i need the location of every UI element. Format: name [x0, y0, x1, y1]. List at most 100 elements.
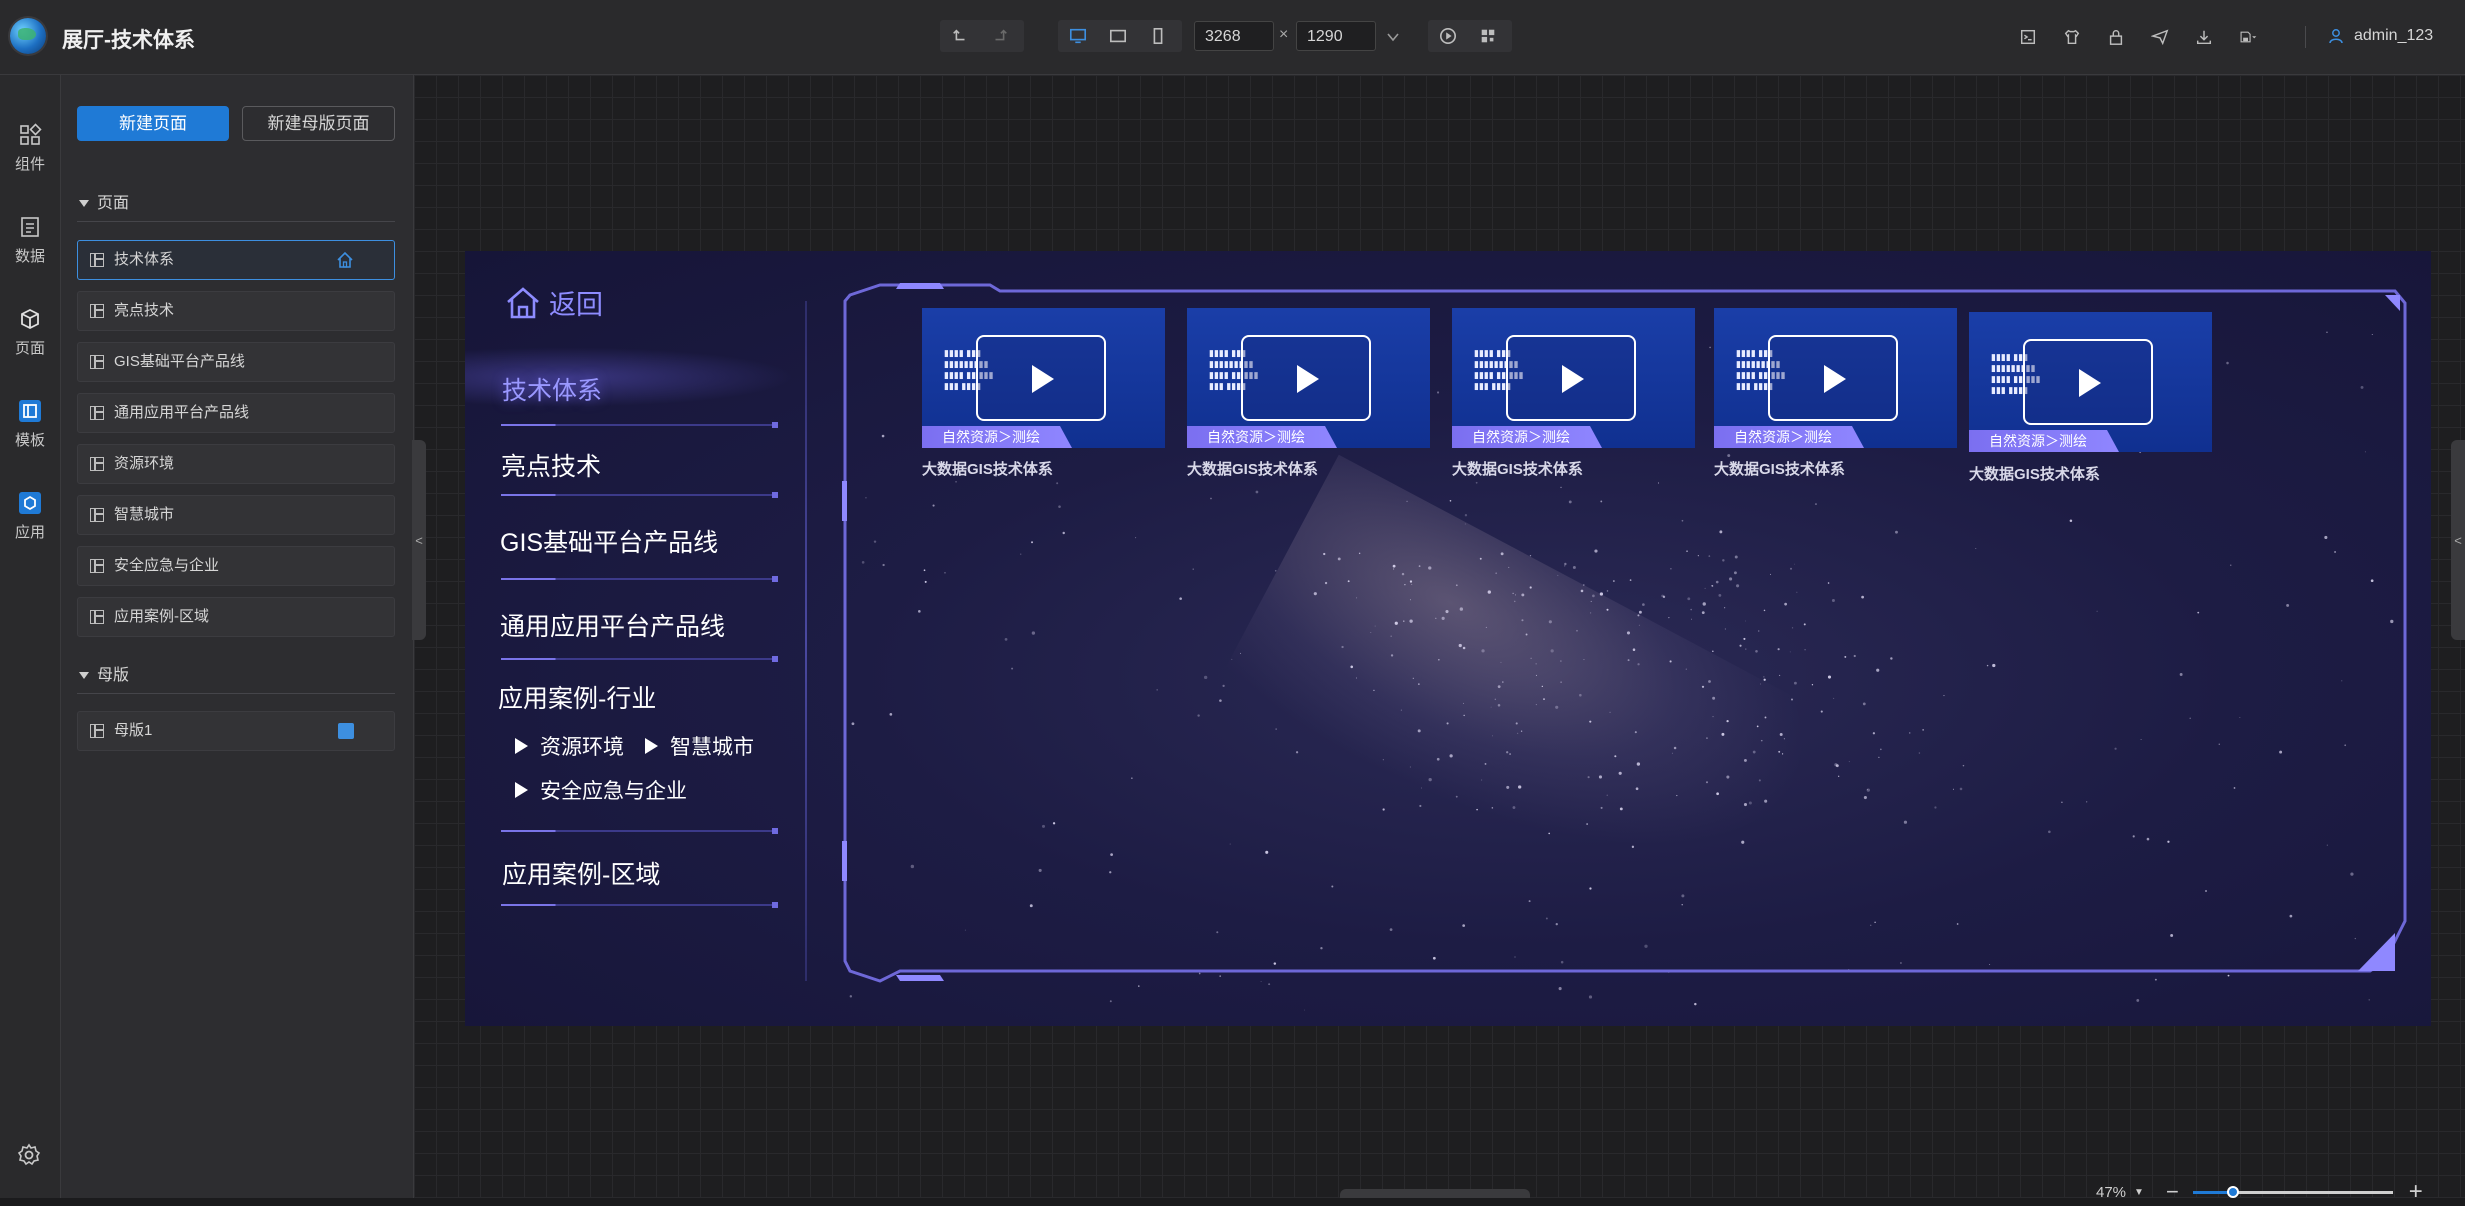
page-icon [90, 406, 104, 420]
tablet-view-button[interactable] [1098, 20, 1138, 52]
page-item-general-platform[interactable]: 通用应用平台产品线 [77, 393, 395, 433]
page-item-tech-system[interactable]: 技术体系 [77, 240, 395, 280]
pages-section-header[interactable]: 页面 [79, 189, 129, 213]
page-item-smart-city[interactable]: 智慧城市 [77, 495, 395, 535]
collapse-right-panel-button[interactable]: < [2451, 440, 2465, 640]
video-card[interactable]: ▮▮▮▮ ▮▮▮ ▮▮▮▮▮▮▮▮▮ ▮▮▮▮ ▮▮ ▮▮▮ ▮▮▮ ▮▮▮▮ 自然资… [1714, 308, 1957, 448]
rail-item-app[interactable]: 应用 [0, 491, 60, 542]
collapse-left-panel-button[interactable]: < [412, 440, 426, 640]
caret-down-icon[interactable]: ▼ [2134, 1187, 2144, 1198]
settings-gear-icon[interactable] [17, 1143, 41, 1167]
sub-item-smart-city[interactable]: 智慧城市 [645, 731, 754, 761]
page-stage[interactable]: 返回 技术体系 亮点技术 GIS基础平台产品线 通用应用平台产品线 应用案例-行… [465, 251, 2431, 1026]
caret-down-icon [79, 200, 89, 208]
video-card[interactable]: ▮▮▮▮ ▮▮▮ ▮▮▮▮▮▮▮▮▮ ▮▮▮▮ ▮▮ ▮▮▮ ▮▮▮ ▮▮▮▮ 自然资… [1452, 308, 1695, 448]
page-item-highlight-tech[interactable]: 亮点技术 [77, 291, 395, 331]
nav-item-general-platform[interactable]: 通用应用平台产品线 [500, 607, 725, 643]
video-card[interactable]: ▮▮▮▮ ▮▮▮ ▮▮▮▮▮▮▮▮▮ ▮▮▮▮ ▮▮ ▮▮▮ ▮▮▮ ▮▮▮▮ 自然资… [922, 308, 1165, 448]
play-circle-icon [1439, 27, 1457, 45]
send-icon [2151, 29, 2169, 46]
sub-item-safety[interactable]: 安全应急与企业 [515, 775, 687, 805]
page-item-label: 通用应用平台产品线 [114, 404, 250, 421]
new-page-button[interactable]: 新建页面 [77, 106, 229, 141]
zoom-control: 47% ▼ − + [2096, 1178, 2423, 1206]
canvas-width-input[interactable]: 3268 [1194, 21, 1274, 51]
master-item-1[interactable]: 母版1 [77, 711, 395, 751]
home-icon[interactable] [336, 251, 354, 269]
redo-button[interactable] [980, 20, 1020, 52]
right-toolbar [2006, 22, 2270, 52]
page-item-label: 资源环境 [114, 455, 175, 472]
zoom-out-button[interactable]: − [2166, 1179, 2179, 1205]
video-caption: 大数据GIS技术体系 [1452, 461, 1583, 478]
masters-section-header[interactable]: 母版 [79, 661, 129, 685]
bottom-panel-handle[interactable] [1340, 1189, 1530, 1198]
play-button[interactable] [1768, 335, 1898, 421]
pages-section-label: 页面 [97, 195, 130, 212]
shirt-icon [2064, 29, 2080, 45]
nav-underline [501, 656, 778, 662]
toolbar-divider [2305, 26, 2306, 48]
rail-item-data[interactable]: 数据 [0, 215, 60, 266]
zoom-slider[interactable] [2192, 1185, 2393, 1198]
page-item-label: 技术体系 [114, 251, 175, 268]
page-item-region-cases[interactable]: 应用案例-区域 [77, 597, 395, 637]
mobile-view-button[interactable] [1138, 20, 1178, 52]
components-icon [20, 123, 42, 145]
rail-item-template[interactable]: 模板 [0, 399, 60, 450]
sub-item-resources[interactable]: 资源环境 [515, 731, 624, 761]
desktop-icon [1069, 28, 1087, 44]
canvas-height-input[interactable]: 1290 [1296, 21, 1376, 51]
rail-label: 页面 [14, 340, 45, 357]
dimension-separator: × [1279, 26, 1289, 43]
desktop-view-button[interactable] [1058, 20, 1098, 52]
nav-underline [501, 902, 778, 908]
play-button[interactable] [976, 335, 1106, 421]
nav-item-gis-platform[interactable]: GIS基础平台产品线 [500, 523, 718, 559]
device-group [1058, 20, 1182, 52]
qrcode-button[interactable] [1468, 20, 1508, 52]
back-button[interactable]: 返回 [505, 283, 603, 322]
page-item-gis-platform[interactable]: GIS基础平台产品线 [77, 342, 395, 382]
undo-button[interactable] [940, 20, 980, 52]
nav-underline [501, 422, 778, 428]
preview-button[interactable] [1428, 20, 1468, 52]
page-icon [90, 724, 104, 738]
star [2136, 999, 2140, 1002]
sub-item-label: 智慧城市 [670, 736, 754, 759]
chevron-left-icon: < [2454, 532, 2462, 548]
nav-underline [501, 576, 778, 582]
theme-button[interactable] [2050, 22, 2094, 52]
lock-button[interactable] [2094, 22, 2138, 52]
left-rail: 组件 数据 页面 模板 应用 [0, 75, 61, 1198]
nav-underline [501, 828, 778, 834]
page-item-safety[interactable]: 安全应急与企业 [77, 546, 395, 586]
play-button[interactable] [1506, 335, 1636, 421]
user-menu[interactable]: admin_123 [2328, 27, 2433, 45]
star [1109, 1000, 1112, 1003]
home-icon [507, 286, 539, 318]
publish-button[interactable] [2138, 22, 2182, 52]
save-button[interactable] [2226, 22, 2270, 52]
zoom-in-button[interactable]: + [2409, 1178, 2423, 1206]
page-item-resources[interactable]: 资源环境 [77, 444, 395, 484]
page-icon [90, 304, 104, 318]
download-button[interactable] [2182, 22, 2226, 52]
zoom-slider-knob[interactable] [2226, 1185, 2239, 1198]
chevron-down-icon[interactable] [1386, 30, 1400, 44]
play-button[interactable] [1241, 335, 1371, 421]
nav-item-highlight-tech[interactable]: 亮点技术 [501, 447, 601, 483]
rail-item-components[interactable]: 组件 [0, 123, 60, 174]
nav-item-industry-cases[interactable]: 应用案例-行业 [498, 679, 656, 715]
rail-item-pages[interactable]: 页面 [0, 307, 60, 358]
video-card[interactable]: ▮▮▮▮ ▮▮▮ ▮▮▮▮▮▮▮▮▮ ▮▮▮▮ ▮▮ ▮▮▮ ▮▮▮ ▮▮▮▮ 自然资… [1969, 312, 2212, 452]
preview-group [1428, 20, 1512, 52]
terminal-button[interactable] [2006, 22, 2050, 52]
play-button[interactable] [2023, 339, 2153, 425]
new-master-page-button[interactable]: 新建母版页面 [242, 106, 395, 141]
video-card[interactable]: ▮▮▮▮ ▮▮▮ ▮▮▮▮▮▮▮▮▮ ▮▮▮▮ ▮▮ ▮▮▮ ▮▮▮ ▮▮▮▮ 自然资… [1187, 308, 1430, 448]
nav-item-region-cases[interactable]: 应用案例-区域 [502, 855, 660, 891]
nav-item-tech-system[interactable]: 技术体系 [502, 371, 602, 407]
master-page-icon[interactable] [338, 723, 354, 739]
page-item-label: GIS基础平台产品线 [114, 353, 245, 370]
